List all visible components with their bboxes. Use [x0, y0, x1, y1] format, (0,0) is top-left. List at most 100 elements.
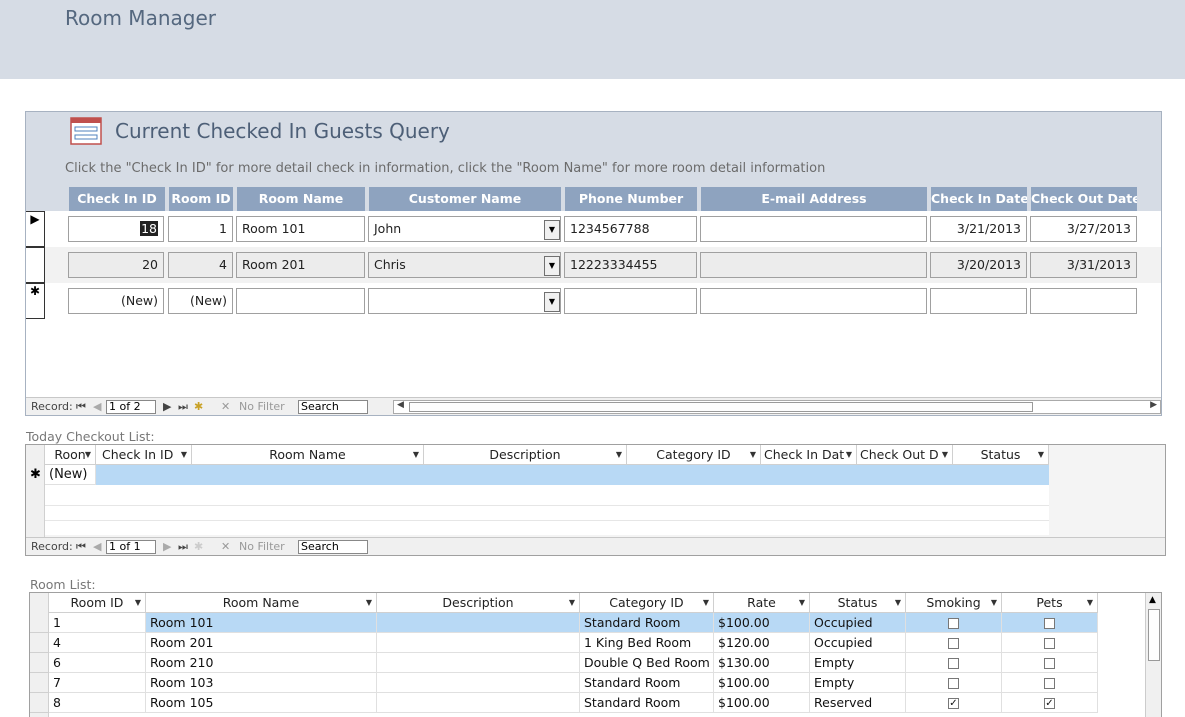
pets-checkbox[interactable]: ✓	[1044, 698, 1055, 709]
cell-pets[interactable]	[1002, 653, 1098, 673]
cell-smoking[interactable]	[906, 613, 1002, 633]
pets-checkbox[interactable]	[1044, 658, 1055, 669]
field-check-in-date[interactable]: 3/21/2013	[930, 216, 1027, 242]
sort-arrow-icon[interactable]: ▼	[616, 445, 622, 464]
sort-arrow-icon[interactable]: ▼	[85, 445, 91, 464]
cell-desc[interactable]	[377, 653, 580, 673]
cell-id[interactable]: 6	[49, 653, 146, 673]
cell-smoking[interactable]	[906, 633, 1002, 653]
col-category-id[interactable]: Category ID ▼	[627, 445, 761, 465]
pets-checkbox[interactable]	[1044, 618, 1055, 629]
col-room-id[interactable]: Room ID ▼	[49, 593, 146, 613]
sort-arrow-icon[interactable]: ▼	[1038, 445, 1044, 464]
sort-arrow-icon[interactable]: ▼	[846, 445, 852, 464]
cell-desc[interactable]	[377, 693, 580, 713]
sort-arrow-icon[interactable]: ▼	[366, 593, 372, 612]
field-room-id[interactable]: 1	[168, 216, 233, 242]
smoking-checkbox[interactable]	[948, 678, 959, 689]
col-customer-name[interactable]: Customer Name	[369, 187, 561, 211]
field-customer-name[interactable]: John ▼	[368, 216, 561, 242]
pets-checkbox[interactable]	[1044, 638, 1055, 649]
next-record-icon[interactable]: ▶	[163, 400, 171, 413]
cell-id[interactable]: 4	[49, 633, 146, 653]
col-check-in-id[interactable]: Check In ID ▼	[96, 445, 192, 465]
record-position-input[interactable]: 1 of 1	[106, 540, 156, 554]
cell-smoking[interactable]	[906, 653, 1002, 673]
new-record-nav-icon[interactable]: ✱	[194, 400, 203, 413]
field-phone-number[interactable]	[564, 288, 697, 314]
col-room-id[interactable]: Room ID	[169, 187, 233, 211]
cell-smoking[interactable]	[906, 673, 1002, 693]
field-check-in-id[interactable]: 18	[68, 216, 164, 242]
record-selector[interactable]	[26, 247, 45, 283]
prev-record-icon[interactable]: ◀	[93, 540, 101, 553]
new-record-icon[interactable]: ✱	[26, 465, 45, 485]
sort-arrow-icon[interactable]: ▼	[942, 445, 948, 464]
record-position-input[interactable]: 1 of 2	[106, 400, 156, 414]
cell-name[interactable]: Room 201	[146, 633, 377, 653]
sort-arrow-icon[interactable]: ▼	[799, 593, 805, 612]
cell-category[interactable]: 1 King Bed Room	[580, 633, 714, 653]
cell-id[interactable]: 1	[49, 613, 146, 633]
field-check-in-id[interactable]: 20	[68, 252, 164, 278]
field-room-id[interactable]: 4	[168, 252, 233, 278]
col-pets[interactable]: Pets ▼	[1002, 593, 1098, 613]
cell-status[interactable]: Empty	[810, 673, 906, 693]
horizontal-scrollbar[interactable]: ◀ ▶	[393, 400, 1161, 414]
field-customer-name[interactable]: ▼	[368, 288, 561, 314]
smoking-checkbox[interactable]	[948, 658, 959, 669]
col-room-name[interactable]: Room Name ▼	[146, 593, 377, 613]
smoking-checkbox[interactable]: ✓	[948, 698, 959, 709]
record-selector[interactable]	[30, 653, 49, 673]
scroll-left-icon[interactable]: ◀	[397, 400, 404, 410]
cell-name[interactable]: Room 105	[146, 693, 377, 713]
field-check-out-date[interactable]: 3/31/2013	[1030, 252, 1137, 278]
col-smoking[interactable]: Smoking ▼	[906, 593, 1002, 613]
scroll-right-icon[interactable]: ▶	[1150, 400, 1157, 410]
col-phone-number[interactable]: Phone Number	[565, 187, 697, 211]
cell-rate[interactable]: $120.00	[714, 633, 810, 653]
search-input[interactable]: Search	[298, 400, 368, 414]
sort-arrow-icon[interactable]: ▼	[703, 593, 709, 612]
cell-id[interactable]: 7	[49, 673, 146, 693]
field-room-id[interactable]: (New)	[168, 288, 233, 314]
last-record-icon[interactable]: ⏭	[178, 400, 188, 414]
scroll-up-icon[interactable]: ▲	[1149, 595, 1156, 605]
prev-record-icon[interactable]: ◀	[93, 400, 101, 413]
cell-pets[interactable]	[1002, 633, 1098, 653]
record-selector-current[interactable]: ▶	[26, 211, 45, 247]
next-record-icon[interactable]: ▶	[163, 540, 171, 553]
col-check-out-date[interactable]: Check Out Date	[1031, 187, 1137, 211]
field-room-name[interactable]: Room 201	[236, 252, 365, 278]
field-check-in-date[interactable]: 3/20/2013	[930, 252, 1027, 278]
col-description[interactable]: Description ▼	[377, 593, 580, 613]
field-check-in-date[interactable]	[930, 288, 1027, 314]
first-record-icon[interactable]: ⏮	[76, 540, 86, 554]
new-record-highlight[interactable]	[96, 465, 1049, 485]
sort-arrow-icon[interactable]: ▼	[413, 445, 419, 464]
col-status[interactable]: Status ▼	[953, 445, 1049, 465]
sort-arrow-icon[interactable]: ▼	[895, 593, 901, 612]
col-room-id[interactable]: Roon ▼	[45, 445, 96, 465]
dropdown-arrow-icon[interactable]: ▼	[544, 292, 560, 312]
cell-status[interactable]: Empty	[810, 653, 906, 673]
field-check-in-id[interactable]: (New)	[68, 288, 164, 314]
field-email-address[interactable]	[700, 252, 927, 278]
col-room-name[interactable]: Room Name ▼	[192, 445, 424, 465]
field-email-address[interactable]	[700, 288, 927, 314]
cell-category[interactable]: Double Q Bed Room	[580, 653, 714, 673]
no-filter-label[interactable]: No Filter	[239, 400, 285, 413]
cell-pets[interactable]	[1002, 613, 1098, 633]
filter-icon[interactable]: ✕	[221, 400, 230, 413]
cell-rate[interactable]: $100.00	[714, 693, 810, 713]
new-record-cell[interactable]: (New)	[45, 465, 96, 485]
col-description[interactable]: Description ▼	[424, 445, 627, 465]
new-record-nav-icon[interactable]: ✱	[194, 540, 203, 553]
cell-desc[interactable]	[377, 613, 580, 633]
new-record-icon[interactable]: ✱	[26, 283, 45, 319]
col-email-address[interactable]: E-mail Address	[701, 187, 927, 211]
col-check-in-date[interactable]: Check In Dat ▼	[761, 445, 857, 465]
cell-pets[interactable]	[1002, 673, 1098, 693]
pets-checkbox[interactable]	[1044, 678, 1055, 689]
cell-desc[interactable]	[377, 673, 580, 693]
